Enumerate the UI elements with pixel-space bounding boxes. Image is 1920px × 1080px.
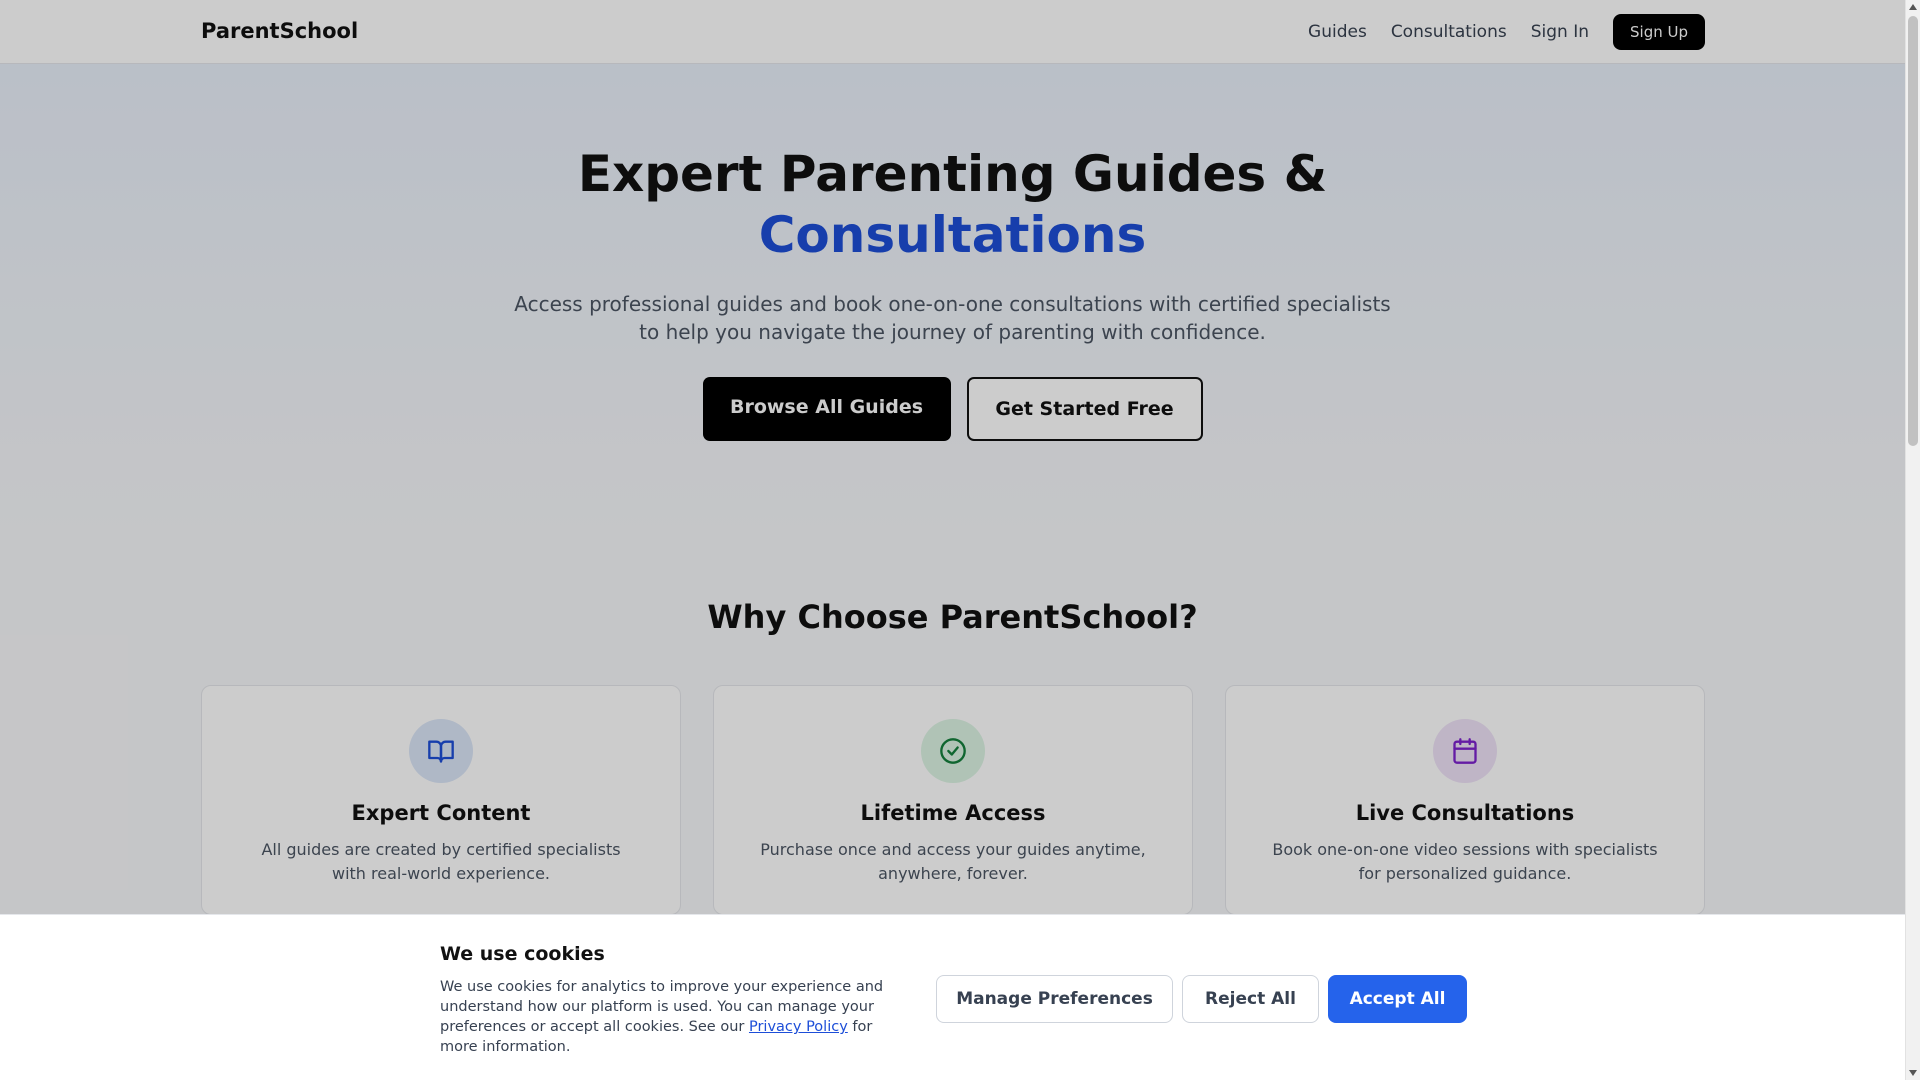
cookie-text: We use cookies for analytics to improve …	[440, 977, 910, 1057]
vertical-scrollbar[interactable]	[1905, 0, 1920, 1080]
accept-all-button[interactable]: Accept All	[1328, 975, 1467, 1023]
manage-preferences-button[interactable]: Manage Preferences	[936, 975, 1173, 1023]
reject-all-button[interactable]: Reject All	[1182, 975, 1319, 1023]
cookie-buttons: Manage Preferences Reject All Accept All	[936, 975, 1467, 1023]
cookie-banner: We use cookies We use cookies for analyt…	[0, 914, 1905, 1080]
cookie-title: We use cookies	[440, 943, 605, 965]
scroll-down-arrow-icon[interactable]	[1909, 1070, 1917, 1076]
page: ParentSchool Guides Consultations Sign I…	[0, 0, 1905, 1080]
scroll-up-arrow-icon[interactable]	[1909, 4, 1917, 10]
privacy-policy-link[interactable]: Privacy Policy	[749, 1019, 848, 1035]
scrollbar-thumb[interactable]	[1908, 16, 1918, 446]
